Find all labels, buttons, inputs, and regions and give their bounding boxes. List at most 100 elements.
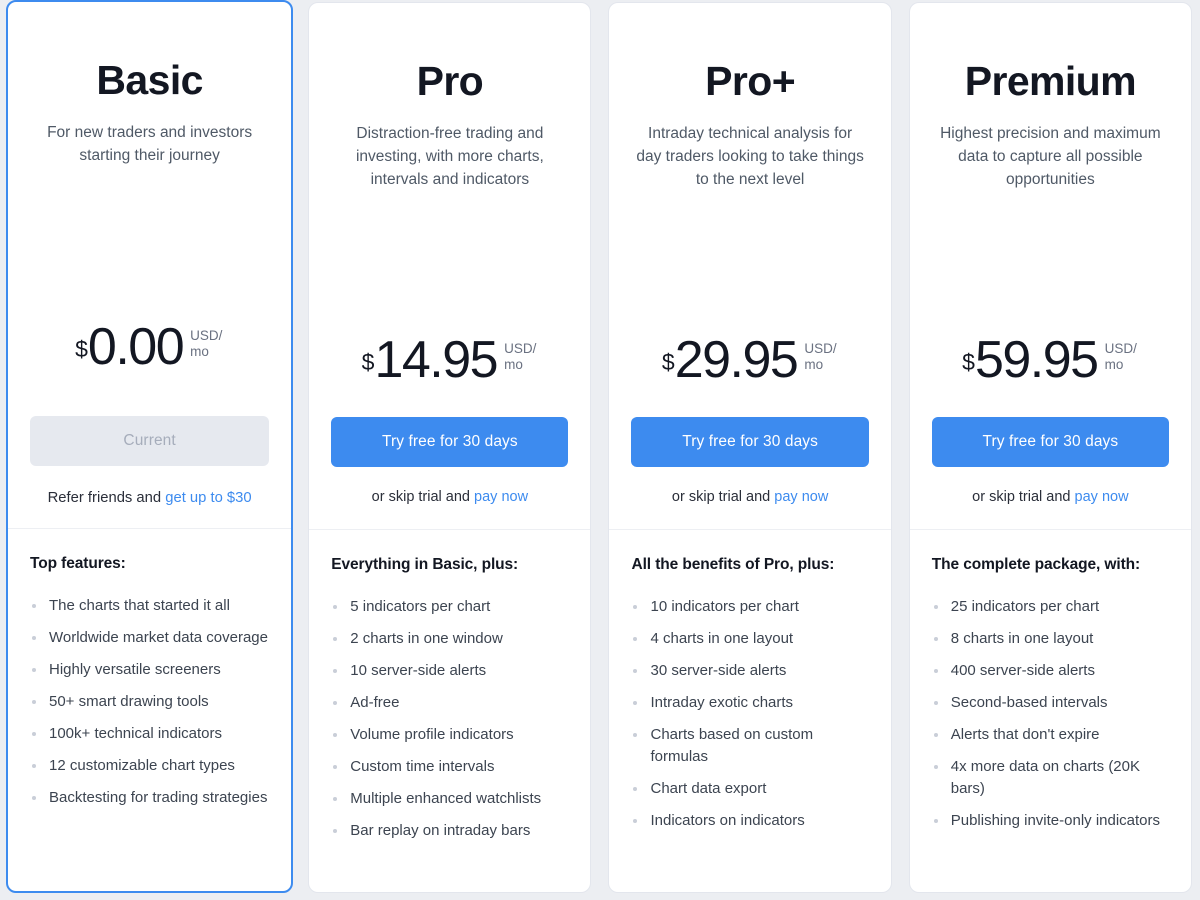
feature-label: Charts based on custom formulas [650, 726, 814, 765]
price-amount: 29.95 [674, 330, 799, 389]
features-list: 25 indicators per chart 8 charts in one l… [932, 596, 1169, 832]
feature-label: 25 indicators per chart [950, 598, 1100, 615]
feature-label: 400 server-side alerts [950, 662, 1095, 679]
pay-now-link[interactable]: pay now [1075, 489, 1129, 505]
bullet-dot-icon [32, 668, 36, 672]
features-heading: Top features: [30, 555, 126, 572]
price-currency-symbol: $ [962, 348, 975, 375]
feature-item: 10 server-side alerts [331, 660, 568, 682]
current-plan-button: Current [30, 416, 270, 466]
bullet-dot-icon [633, 701, 638, 705]
feature-item: Highly versatile screeners [30, 659, 269, 681]
try-free-button[interactable]: Try free for 30 days [931, 417, 1169, 467]
bullet-dot-icon [333, 765, 338, 769]
plan-cta-subtext: Refer friends and get up to $30 [30, 490, 269, 506]
plan-cta-subtext-prefix: or skip trial and [371, 489, 475, 505]
bullet-dot-icon [633, 819, 638, 823]
feature-item: 2 charts in one window [331, 628, 568, 650]
feature-item: 25 indicators per chart [932, 596, 1169, 618]
plan-title: Pro+ [705, 58, 796, 104]
price-amount: 59.95 [974, 330, 1099, 389]
plan-card-pro-plus[interactable]: Pro+ Intraday technical analysis for day … [608, 2, 892, 893]
feature-item: Second-based intervals [932, 692, 1169, 714]
bullet-dot-icon [32, 796, 36, 800]
features-heading: The complete package, with: [931, 556, 1141, 573]
plan-features-section: All the benefits of Pro, plus: 10 indicat… [609, 530, 890, 892]
feature-label: The charts that started it all [49, 597, 230, 614]
price-amount: 14.95 [374, 330, 498, 389]
feature-item: Indicators on indicators [631, 810, 868, 832]
bullet-dot-icon [333, 669, 338, 673]
feature-label: 100k+ technical indicators [49, 725, 223, 742]
plan-card-basic[interactable]: Basic For new traders and investors start… [6, 0, 294, 893]
plan-tagline: Highest precision and maximum data to ca… [940, 125, 1161, 188]
plan-cta-subtext-prefix: Refer friends and [47, 490, 166, 506]
plan-price-block: $0.00 USD/ mo [30, 318, 269, 377]
feature-label: Second-based intervals [950, 694, 1108, 711]
plan-cta-area: Try free for 30 days or skip trial and pa… [609, 417, 890, 505]
feature-item: 50+ smart drawing tools [30, 691, 269, 713]
feature-item: Intraday exotic charts [631, 692, 868, 714]
feature-label: 8 charts in one layout [950, 630, 1094, 647]
plan-title: Premium [964, 58, 1137, 104]
pay-now-link[interactable]: pay now [774, 489, 828, 505]
referral-link[interactable]: get up to $30 [165, 490, 251, 506]
feature-label: 12 customizable chart types [49, 757, 235, 774]
feature-label: Bar replay on intraday bars [350, 822, 531, 839]
feature-item: 4x more data on charts (20K bars) [932, 756, 1169, 800]
price-period: USD/ mo [190, 328, 223, 359]
bullet-dot-icon [333, 637, 338, 641]
features-heading: Everything in Basic, plus: [331, 556, 519, 573]
try-free-button[interactable]: Try free for 30 days [631, 417, 869, 467]
bullet-dot-icon [933, 765, 938, 769]
pay-now-link[interactable]: pay now [474, 489, 528, 505]
features-heading: All the benefits of Pro, plus: [631, 556, 835, 573]
bullet-dot-icon [933, 701, 938, 705]
plan-price-block: $59.95 USD/ mo [932, 331, 1169, 390]
price-period: USD/ mo [1104, 340, 1137, 372]
plan-cta-area: Try free for 30 days or skip trial and pa… [309, 417, 590, 505]
bullet-dot-icon [32, 732, 36, 736]
price-amount: 0.00 [87, 318, 185, 376]
plan-tagline: Distraction-free trading and investing, … [355, 125, 544, 188]
plan-features-section: Top features: The charts that started it … [8, 529, 291, 891]
feature-item: 30 server-side alerts [631, 660, 868, 682]
feature-label: 10 indicators per chart [650, 598, 799, 615]
bullet-dot-icon [633, 669, 638, 673]
feature-label: 4x more data on charts (20K bars) [950, 758, 1140, 797]
bullet-dot-icon [633, 637, 638, 641]
bullet-dot-icon [933, 733, 938, 737]
feature-item: 4 charts in one layout [631, 628, 868, 650]
feature-item: 5 indicators per chart [331, 596, 568, 618]
plan-tagline: Intraday technical analysis for day trad… [636, 125, 864, 188]
features-list: 10 indicators per chart 4 charts in one l… [631, 596, 868, 832]
bullet-dot-icon [633, 787, 638, 791]
price-currency-symbol: $ [661, 348, 675, 375]
feature-item: 10 indicators per chart [631, 596, 868, 618]
plan-cta-subtext-prefix: or skip trial and [972, 489, 1075, 505]
feature-item: Volume profile indicators [331, 724, 568, 746]
plan-card-pro[interactable]: Pro Distraction-free trading and investin… [308, 2, 592, 893]
bullet-dot-icon [333, 797, 338, 801]
feature-label: Indicators on indicators [650, 812, 805, 829]
bullet-dot-icon [933, 819, 938, 823]
feature-label: Alerts that don't expire [950, 726, 1100, 743]
feature-label: 50+ smart drawing tools [49, 693, 209, 710]
plan-cta-subtext: or skip trial and pay now [331, 489, 568, 505]
feature-item: 12 customizable chart types [30, 755, 269, 777]
feature-label: Backtesting for trading strategies [49, 789, 268, 806]
feature-item: Custom time intervals [331, 756, 568, 778]
try-free-button[interactable]: Try free for 30 days [331, 417, 569, 467]
feature-label: Publishing invite-only indicators [950, 812, 1161, 829]
feature-label: Worldwide market data coverage [49, 629, 268, 646]
feature-label: 30 server-side alerts [650, 662, 787, 679]
feature-item: Worldwide market data coverage [30, 627, 269, 649]
bullet-dot-icon [32, 636, 36, 640]
feature-item: 100k+ technical indicators [30, 723, 269, 745]
plan-card-premium[interactable]: Premium Highest precision and maximum dat… [908, 2, 1192, 893]
price-period: USD/ mo [504, 340, 537, 372]
feature-label: 4 charts in one layout [650, 630, 794, 647]
plan-features-section: The complete package, with: 25 indicators… [910, 530, 1191, 892]
bullet-dot-icon [333, 829, 338, 833]
bullet-dot-icon [633, 605, 638, 609]
